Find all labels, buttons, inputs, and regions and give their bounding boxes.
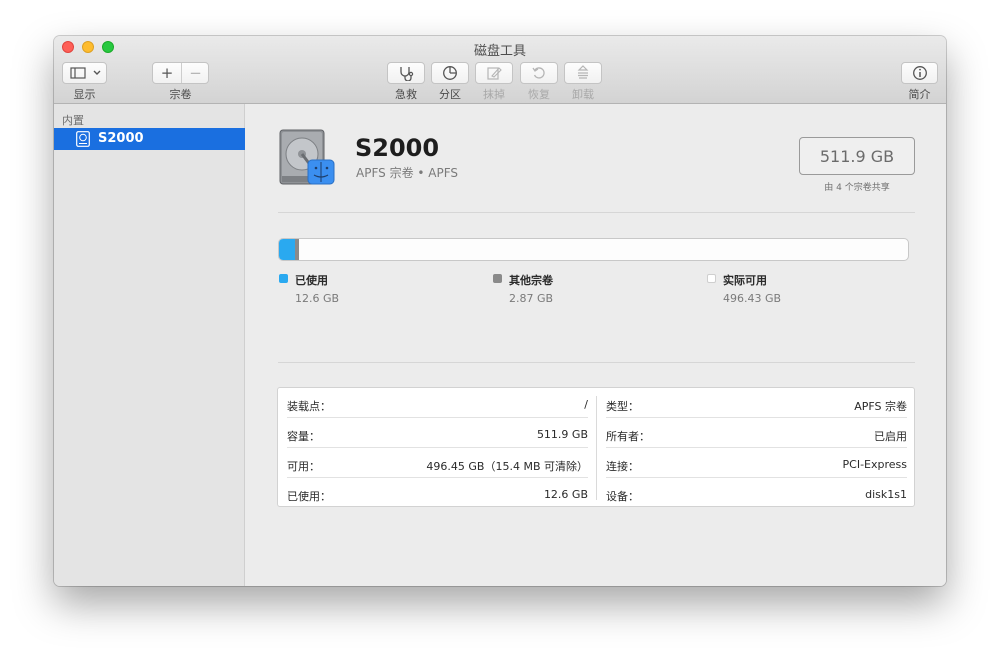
first-aid-label: 急救 — [395, 88, 417, 101]
restore-label: 恢复 — [528, 88, 550, 101]
sidebar-item-label: S2000 — [98, 131, 144, 146]
info-row-device: 设备： disk1s1 — [597, 478, 915, 508]
info-value: APFS 宗卷 — [854, 400, 907, 413]
info-key: 装载点： — [287, 400, 331, 413]
info-key: 已使用： — [287, 490, 331, 503]
info-key: 可用： — [287, 460, 320, 473]
legend-name: 实际可用 — [723, 274, 767, 287]
sidebar-toggle-icon — [69, 67, 100, 79]
erase-label: 抹掉 — [483, 88, 505, 101]
info-button[interactable] — [901, 62, 938, 84]
info-value: disk1s1 — [865, 488, 907, 501]
info-key: 所有者： — [606, 430, 650, 443]
partition-label: 分区 — [439, 88, 461, 101]
legend-value: 2.87 GB — [509, 292, 554, 305]
info-key: 容量： — [287, 430, 320, 443]
stethoscope-icon — [400, 67, 414, 81]
info-value: 已启用 — [874, 430, 907, 443]
pie-chart-icon — [443, 66, 457, 80]
hard-drive-icon — [279, 129, 335, 185]
info-row-type: 类型： APFS 宗卷 — [597, 388, 915, 418]
internal-disk-icon — [76, 131, 90, 147]
info-row-mount-point: 装载点： / — [278, 388, 596, 418]
window-title: 磁盘工具 — [473, 44, 526, 59]
available-color-swatch — [707, 274, 716, 283]
info-row-used: 已使用： 12.6 GB — [278, 478, 596, 508]
legend-name: 已使用 — [295, 274, 328, 287]
other-volumes-color-swatch — [493, 274, 502, 283]
info-value: PCI-Express — [842, 458, 907, 471]
display-button[interactable] — [62, 62, 107, 84]
usage-bar-used — [279, 239, 296, 260]
volume-name: S2000 — [355, 134, 440, 162]
info-key: 设备： — [606, 490, 639, 503]
info-icon — [912, 66, 927, 80]
add-volume-button[interactable]: + — [153, 63, 181, 83]
unmount-icon — [577, 65, 589, 79]
sidebar-item-s2000[interactable]: S2000 — [54, 128, 245, 150]
used-color-swatch — [279, 274, 288, 283]
volume-detail-pane: S2000 APFS 宗卷 • APFS 511.9 GB 由 4 个宗卷共享 … — [246, 104, 946, 586]
info-column-right: 类型： APFS 宗卷 所有者： 已启用 连接： PCI-Express 设备：… — [597, 388, 915, 508]
toolbar: 磁盘工具 显示 + − 宗卷 急救 分区 抹掉 恢复 卸载 简介 — [54, 36, 946, 104]
info-value: 12.6 GB — [543, 488, 588, 501]
info-label: 简介 — [908, 88, 931, 101]
plus-icon: + — [160, 64, 174, 82]
divider — [278, 362, 915, 363]
usage-bar-other-volumes — [295, 239, 299, 260]
info-value: / — [584, 398, 588, 411]
legend-value: 496.43 GB — [723, 292, 782, 305]
legend-name: 其他宗卷 — [509, 274, 553, 287]
volume-label: 宗卷 — [169, 88, 192, 101]
erase-button[interactable] — [475, 62, 513, 84]
remove-volume-button[interactable]: − — [182, 63, 209, 83]
usage-bar — [278, 238, 909, 261]
unmount-label: 卸载 — [572, 88, 594, 101]
info-row-owners: 所有者： 已启用 — [597, 418, 915, 448]
sidebar: 内置 S2000 — [54, 104, 245, 586]
unmount-button[interactable] — [564, 62, 602, 84]
capacity-shared-note: 由 4 个宗卷共享 — [824, 183, 890, 193]
volume-subtitle: APFS 宗卷 • APFS — [356, 166, 459, 180]
sidebar-section-internal: 内置 — [62, 114, 84, 127]
info-value: 511.9 GB — [536, 428, 588, 441]
restore-button[interactable] — [520, 62, 558, 84]
capacity-badge: 511.9 GB — [799, 137, 915, 175]
volume-info-table: 装载点： / 容量： 511.9 GB 可用： 496.45 GB（15.4 M… — [277, 387, 915, 507]
display-label: 显示 — [73, 88, 96, 101]
info-key: 类型： — [606, 400, 639, 413]
info-key: 连接： — [606, 460, 639, 473]
divider — [278, 212, 915, 213]
volume-segmented-control: + − — [152, 62, 209, 84]
minus-icon: − — [189, 64, 202, 82]
disk-utility-window: 磁盘工具 显示 + − 宗卷 急救 分区 抹掉 恢复 卸载 简介 内置 S200… — [54, 36, 946, 586]
partition-button[interactable] — [431, 62, 469, 84]
first-aid-button[interactable] — [387, 62, 425, 84]
legend-value: 12.6 GB — [295, 292, 340, 305]
info-row-available: 可用： 496.45 GB（15.4 MB 可清除） — [278, 448, 596, 478]
info-column-left: 装载点： / 容量： 511.9 GB 可用： 496.45 GB（15.4 M… — [278, 388, 596, 508]
info-row-capacity: 容量： 511.9 GB — [278, 418, 596, 448]
info-row-connection: 连接： PCI-Express — [597, 448, 915, 478]
restore-icon — [532, 67, 545, 79]
erase-icon — [487, 67, 502, 80]
info-value: 496.45 GB（15.4 MB 可清除） — [426, 460, 588, 473]
